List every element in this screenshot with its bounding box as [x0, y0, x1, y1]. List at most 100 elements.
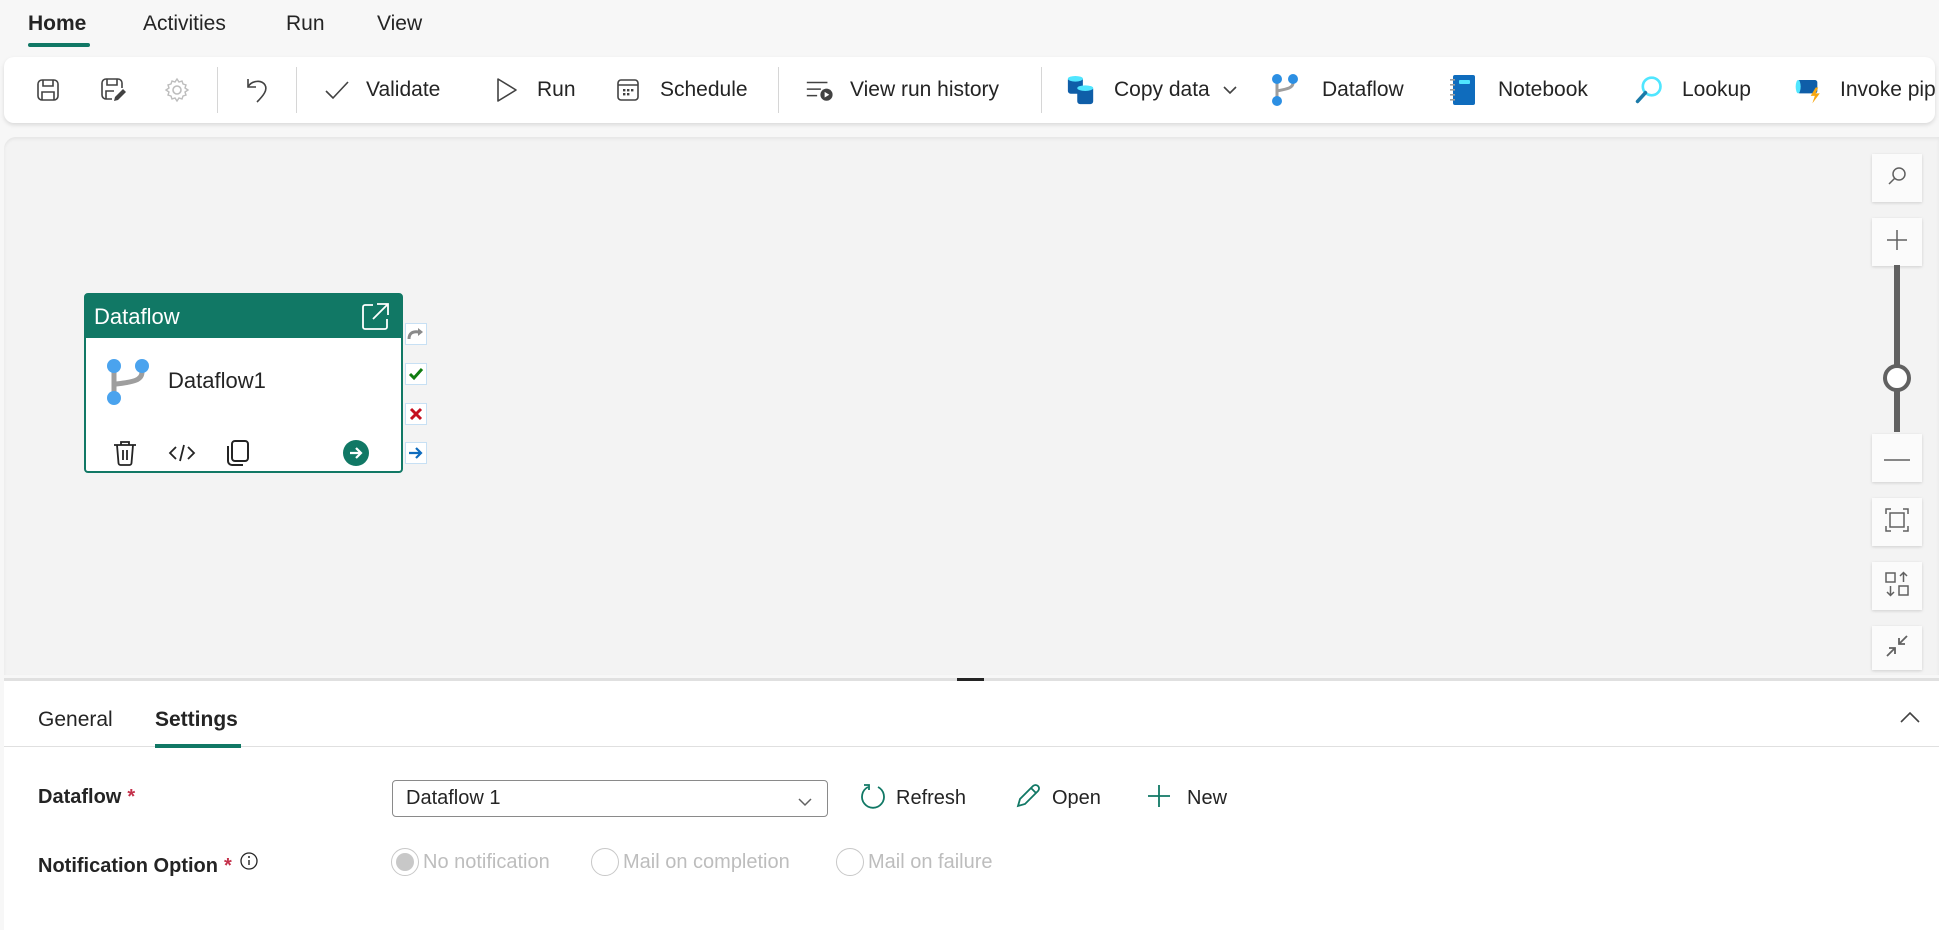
save-as-button[interactable] — [98, 57, 128, 123]
toolbar-separator — [778, 67, 779, 113]
success-connector-icon[interactable] — [405, 363, 427, 385]
radio-mail-on-completion[interactable]: Mail on completion — [591, 848, 790, 876]
new-button[interactable]: New — [1147, 780, 1227, 817]
lookup-icon — [1634, 75, 1664, 105]
schedule-button[interactable]: Schedule — [613, 57, 748, 123]
checkmark-icon — [322, 75, 352, 105]
pencil-icon — [1014, 782, 1042, 816]
calendar-icon — [613, 75, 643, 105]
notebook-icon — [1448, 75, 1478, 105]
radio-label: No notification — [423, 850, 550, 873]
save-button[interactable] — [33, 57, 63, 123]
activity-card-header: Dataflow — [86, 295, 401, 338]
toolbar-separator — [217, 67, 218, 113]
lookup-button[interactable]: Lookup — [1634, 57, 1751, 123]
tab-settings[interactable]: Settings — [155, 708, 238, 732]
notification-field-label: Notification Option * — [38, 852, 258, 878]
active-tab-indicator — [28, 43, 90, 47]
active-tab-indicator — [155, 744, 241, 748]
run-label: Run — [537, 78, 576, 101]
toolbar: Validate Run Schedule View run history C… — [4, 57, 1935, 123]
settings-button[interactable] — [162, 57, 192, 123]
dataflow-field-label: Dataflow * — [38, 786, 135, 809]
new-label: New — [1187, 787, 1228, 809]
dataflow-select[interactable]: Dataflow 1 — [392, 780, 828, 817]
radio-dot — [396, 853, 414, 871]
zoom-out-button[interactable] — [1872, 434, 1922, 482]
validate-button[interactable]: Validate — [322, 57, 440, 123]
info-icon[interactable] — [240, 852, 258, 876]
copy-data-button[interactable]: Copy data — [1066, 57, 1238, 123]
skip-connector-icon[interactable] — [405, 323, 427, 345]
activity-name: Dataflow1 — [168, 368, 266, 393]
copy-data-label: Copy data — [1114, 78, 1210, 101]
plus-icon — [1885, 228, 1909, 257]
radio-mail-on-failure[interactable]: Mail on failure — [836, 848, 993, 876]
radio-no-notification[interactable]: No notification — [391, 848, 550, 876]
run-history-icon — [804, 75, 834, 105]
schedule-label: Schedule — [660, 78, 748, 101]
minus-icon — [1884, 449, 1910, 467]
dataflow-icon — [1270, 74, 1300, 106]
validate-label: Validate — [366, 78, 441, 101]
chevron-up-icon — [1899, 710, 1921, 729]
notebook-button[interactable]: Notebook — [1448, 57, 1588, 123]
ribbon-tabs: Home Activities Run View — [0, 0, 1939, 56]
radio-circle — [391, 848, 419, 876]
undo-icon — [242, 75, 272, 105]
auto-align-button[interactable] — [1872, 562, 1922, 610]
dataflow-label: Dataflow — [1322, 78, 1404, 101]
refresh-label: Refresh — [896, 787, 967, 809]
save-icon — [33, 75, 63, 105]
notification-label-text: Notification Option — [38, 855, 218, 877]
tab-run[interactable]: Run — [286, 12, 325, 36]
radio-label: Mail on failure — [868, 850, 993, 873]
chevron-down-icon — [797, 791, 813, 814]
toolbar-separator — [1041, 67, 1042, 113]
view-run-history-label: View run history — [850, 78, 1000, 101]
view-run-history-button[interactable]: View run history — [804, 57, 999, 123]
code-icon[interactable] — [167, 438, 197, 468]
copy-icon[interactable] — [223, 438, 253, 468]
gear-icon — [162, 75, 192, 105]
zoom-slider-track[interactable] — [1894, 265, 1900, 432]
save-edit-icon — [98, 75, 128, 105]
canvas-search-button[interactable] — [1872, 154, 1922, 202]
tab-view[interactable]: View — [377, 12, 422, 36]
open-button[interactable]: Open — [1014, 780, 1101, 817]
tab-activities[interactable]: Activities — [143, 12, 226, 36]
lookup-label: Lookup — [1682, 78, 1751, 101]
open-label: Open — [1052, 787, 1101, 809]
dataflow-button[interactable]: Dataflow — [1270, 57, 1404, 123]
invoke-pipeline-icon — [1794, 75, 1824, 105]
search-icon — [1886, 165, 1908, 192]
invoke-pipeline-button[interactable]: Invoke pipeline — [1794, 57, 1935, 123]
run-button[interactable]: Run — [491, 57, 576, 123]
fit-to-screen-button[interactable] — [1872, 498, 1922, 546]
activity-card[interactable]: Dataflow Dataflow1 — [84, 293, 403, 473]
required-marker: * — [127, 786, 136, 808]
required-marker: * — [223, 855, 232, 877]
undo-button[interactable] — [242, 57, 272, 123]
activity-type-label: Dataflow — [94, 303, 180, 329]
radio-circle — [591, 848, 619, 876]
refresh-button[interactable]: Refresh — [860, 780, 966, 817]
notebook-label: Notebook — [1498, 78, 1588, 101]
fit-screen-icon — [1884, 507, 1910, 538]
go-arrow-icon[interactable] — [341, 438, 371, 468]
invoke-pipeline-label: Invoke pipeline — [1840, 78, 1935, 101]
delete-icon[interactable] — [110, 438, 140, 468]
failure-connector-icon[interactable] — [405, 403, 427, 425]
completion-connector-icon[interactable] — [405, 442, 427, 464]
collapse-panel-button[interactable] — [1896, 705, 1924, 733]
open-external-icon[interactable] — [359, 301, 391, 333]
plus-icon — [1147, 784, 1171, 814]
zoom-in-button[interactable] — [1872, 218, 1922, 266]
collapse-view-button[interactable] — [1872, 626, 1922, 670]
zoom-slider-thumb[interactable] — [1883, 364, 1911, 392]
dataflow-select-value: Dataflow 1 — [406, 787, 501, 809]
minimize-icon — [1885, 634, 1909, 663]
tab-general[interactable]: General — [38, 708, 113, 732]
tab-divider — [4, 746, 1939, 747]
tab-home[interactable]: Home — [28, 12, 86, 36]
